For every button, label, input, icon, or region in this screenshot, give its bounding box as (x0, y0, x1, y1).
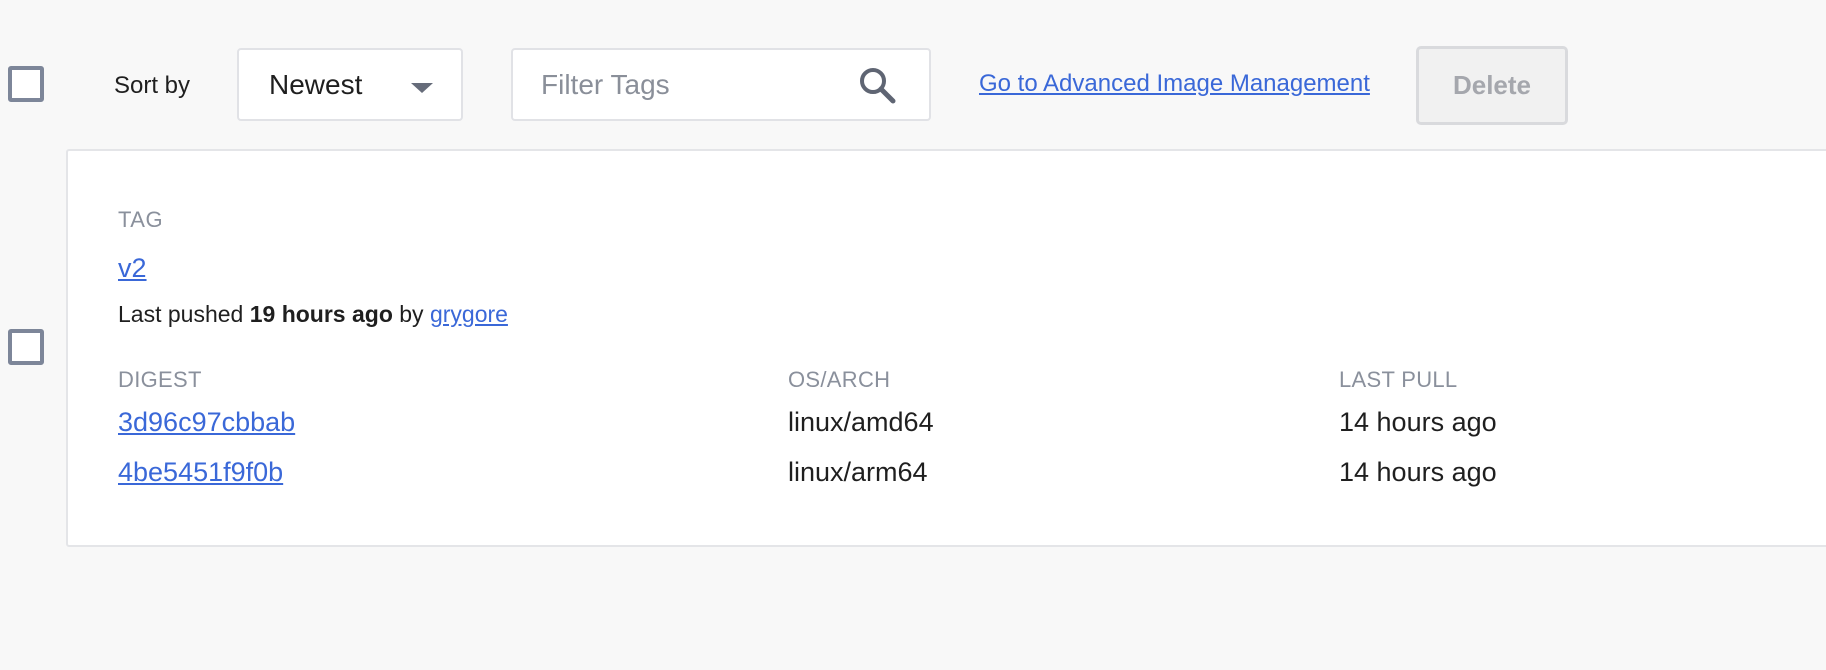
search-icon[interactable] (857, 65, 897, 105)
sort-by-label: Sort by (114, 72, 191, 99)
tag-name-link[interactable]: v2 (118, 253, 147, 284)
last-pull-column-header: LAST PULL (1339, 367, 1458, 392)
tag-card: TAG v2 Last pushed 19 hours ago by grygo… (66, 149, 1826, 547)
digest-link[interactable]: 4be5451f9f0b (118, 457, 283, 488)
last-pull-value: 14 hours ago (1339, 407, 1497, 437)
pushed-time: 19 hours ago (249, 301, 393, 327)
tags-page: Sort by Newest Go to Advanced Image Mana… (0, 0, 1826, 670)
tag-row-checkbox[interactable] (8, 329, 44, 365)
pushed-prefix: Last pushed (118, 301, 244, 327)
tag-column-header: TAG (118, 207, 164, 232)
filter-tags-field[interactable] (511, 48, 931, 121)
pushed-by-text: by (399, 301, 424, 327)
chevron-down-icon (411, 83, 433, 93)
os-arch-value: linux/amd64 (788, 407, 934, 437)
last-pull-value: 14 hours ago (1339, 457, 1497, 487)
select-all-checkbox[interactable] (8, 66, 44, 102)
os-arch-column-header: OS/ARCH (788, 367, 891, 392)
delete-button[interactable]: Delete (1416, 46, 1568, 125)
last-pushed-info: Last pushed 19 hours ago by grygore (118, 301, 508, 328)
digest-column-header: DIGEST (118, 367, 202, 392)
pushed-user-link[interactable]: grygore (430, 301, 508, 327)
sort-selected-value: Newest (269, 68, 363, 100)
filter-tags-input[interactable] (541, 50, 841, 119)
os-arch-value: linux/arm64 (788, 457, 928, 487)
digest-link[interactable]: 3d96c97cbbab (118, 407, 295, 438)
advanced-image-management-link[interactable]: Go to Advanced Image Management (979, 70, 1370, 98)
sort-dropdown[interactable]: Newest (237, 48, 463, 121)
